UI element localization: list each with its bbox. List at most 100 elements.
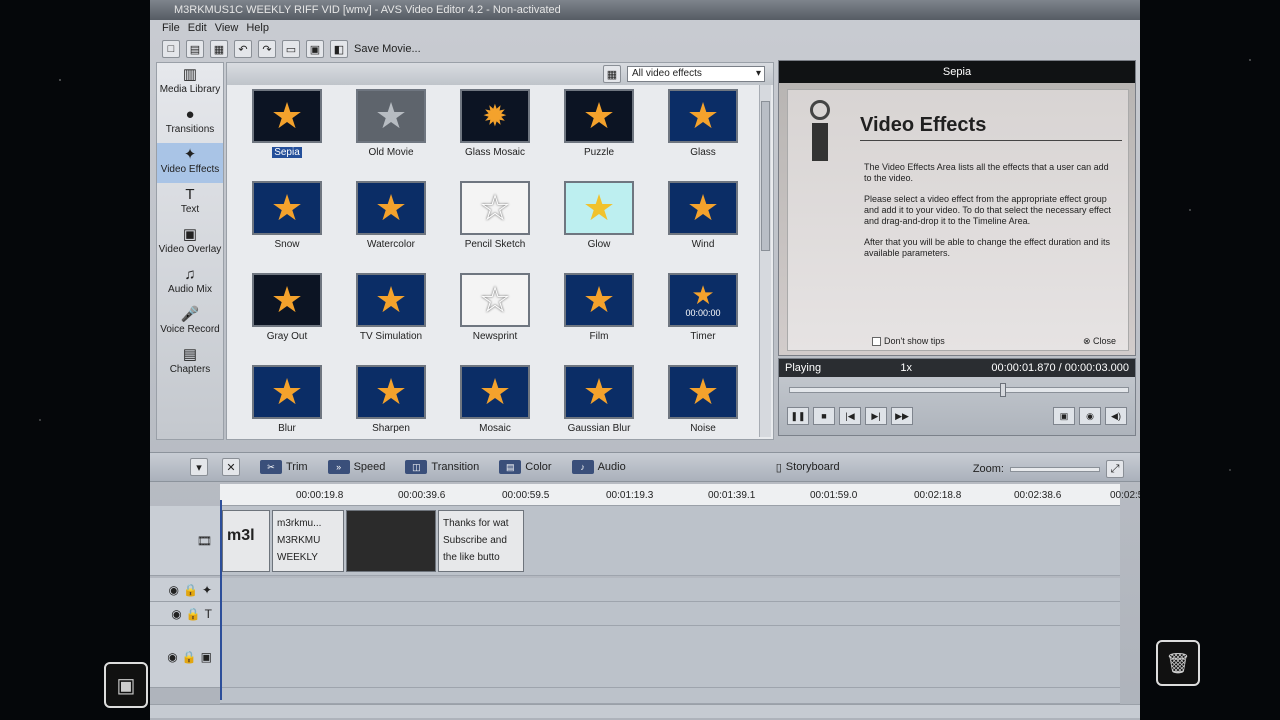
- undo-icon[interactable]: ↶: [234, 40, 252, 58]
- zoom-fit-icon[interactable]: ⤢: [1106, 460, 1124, 478]
- effect-gray-out[interactable]: ★ Gray Out: [235, 273, 339, 359]
- nav-text[interactable]: T Text: [157, 183, 223, 223]
- effect-timer[interactable]: ★ 00:00:00 Timer: [651, 273, 755, 359]
- effect-newsprint[interactable]: ☆ Newsprint: [443, 273, 547, 359]
- stop-icon[interactable]: ■: [813, 407, 835, 425]
- lock-icon[interactable]: 🔒: [183, 583, 198, 597]
- effect-watercolor[interactable]: ★ Watercolor: [339, 181, 443, 267]
- color-button[interactable]: ▤ Color: [499, 460, 552, 474]
- delete-icon[interactable]: ✕: [222, 458, 240, 476]
- overlay-track[interactable]: [220, 626, 1120, 688]
- effect-glass[interactable]: ★ Glass: [651, 89, 755, 175]
- split-icon[interactable]: ▾: [190, 458, 208, 476]
- volume-icon[interactable]: ◀): [1105, 407, 1127, 425]
- effect-film[interactable]: ★ Film: [547, 273, 651, 359]
- nav-voice-record[interactable]: 🎤 Voice Record: [157, 303, 223, 343]
- effect-noise[interactable]: ★ Noise: [651, 365, 755, 451]
- effect-sharpen[interactable]: ★ Sharpen: [339, 365, 443, 451]
- side-app-icon[interactable]: ▣: [104, 662, 148, 708]
- seek-knob[interactable]: [999, 383, 1006, 397]
- effect-blur[interactable]: ★ Blur: [235, 365, 339, 451]
- nav-transitions[interactable]: ● Transitions: [157, 103, 223, 143]
- text-track[interactable]: [220, 602, 1120, 626]
- effect-tv-simulation[interactable]: ★ TV Simulation: [339, 273, 443, 359]
- effect-pencil-sketch[interactable]: ☆ Pencil Sketch: [443, 181, 547, 267]
- audio-track[interactable]: [220, 688, 1120, 704]
- effect-snow[interactable]: ★ Snow: [235, 181, 339, 267]
- lock-icon[interactable]: 🔒: [182, 650, 197, 664]
- save-icon[interactable]: ▦: [210, 40, 228, 58]
- open-folder-icon[interactable]: ▤: [186, 40, 204, 58]
- ruler-tick: 00:01:39.1: [708, 490, 756, 501]
- trim-button[interactable]: ✂ Trim: [260, 460, 308, 474]
- menu-file[interactable]: File: [162, 22, 180, 34]
- next-frame-icon[interactable]: ▶|: [865, 407, 887, 425]
- nav-media-library[interactable]: ▥ Media Library: [157, 63, 223, 103]
- menu-edit[interactable]: Edit: [188, 22, 207, 34]
- storyboard-button[interactable]: ▯ Storyboard: [776, 461, 840, 474]
- redo-icon[interactable]: ↷: [258, 40, 276, 58]
- clip-text: m3rkmu...: [277, 518, 322, 529]
- tip-title: Video Effects: [860, 114, 987, 136]
- snapshot-icon[interactable]: ◉: [1079, 407, 1101, 425]
- effect-old-movie[interactable]: ★ Old Movie: [339, 89, 443, 175]
- star-icon: ☆: [460, 181, 530, 235]
- trash-icon[interactable]: 🗑: [1156, 640, 1200, 686]
- nav-video-overlay[interactable]: ▣ Video Overlay: [157, 223, 223, 263]
- effect-wind[interactable]: ★ Wind: [651, 181, 755, 267]
- timeline-playhead[interactable]: [220, 500, 222, 700]
- menu-help[interactable]: Help: [246, 22, 269, 34]
- effects-track[interactable]: [220, 578, 1120, 602]
- window-title: M3RKMUS1C WEEKLY RIFF VID [wmv] - AVS Vi…: [150, 0, 1140, 20]
- effect-glass-mosaic[interactable]: ✹ Glass Mosaic: [443, 89, 547, 175]
- fullscreen-preview-icon[interactable]: ▣: [1053, 407, 1075, 425]
- menu-view[interactable]: View: [215, 22, 239, 34]
- video-track[interactable]: m3l m3rkmu... M3RKMU WEEKLY Thanks for w…: [220, 506, 1120, 576]
- nav-video-effects[interactable]: ✦ Video Effects: [157, 143, 223, 183]
- monitor-icon[interactable]: ▭: [282, 40, 300, 58]
- scrollbar-thumb[interactable]: [761, 101, 770, 251]
- nav-chapters[interactable]: ▤ Chapters: [157, 343, 223, 383]
- video-clip[interactable]: Thanks for wat Subscribe and the like bu…: [438, 510, 524, 572]
- transition-button[interactable]: ◫ Transition: [405, 460, 479, 474]
- eye-icon[interactable]: ◉: [171, 607, 181, 621]
- effect-mosaic[interactable]: ★ Mosaic: [443, 365, 547, 451]
- effect-glow[interactable]: ★ Glow: [547, 181, 651, 267]
- eye-icon[interactable]: ◉: [167, 650, 177, 664]
- audio-button[interactable]: ♪ Audio: [571, 460, 626, 474]
- pause-icon[interactable]: ❚❚: [787, 407, 809, 425]
- effect-puzzle[interactable]: ★ Puzzle: [547, 89, 651, 175]
- video-clip[interactable]: m3l: [222, 510, 270, 572]
- tip-body: Video Effects The Video Effects Area lis…: [787, 89, 1129, 351]
- timeline-ruler[interactable]: 00:00:19.8 00:00:39.6 00:00:59.5 00:01:1…: [220, 484, 1140, 506]
- zoom-slider[interactable]: [1010, 466, 1100, 472]
- lock-icon[interactable]: 🔒: [186, 607, 201, 621]
- seek-slider[interactable]: [789, 383, 1129, 397]
- previous-frame-icon[interactable]: |◀: [839, 407, 861, 425]
- fullscreen-icon[interactable]: ▣: [306, 40, 324, 58]
- video-clip[interactable]: [346, 510, 436, 572]
- timeline-horizontal-scrollbar[interactable]: [150, 704, 1140, 718]
- effect-gaussian-blur[interactable]: ★ Gaussian Blur: [547, 365, 651, 451]
- new-project-icon[interactable]: □: [162, 40, 180, 58]
- effect-sepia[interactable]: ★ Sepia: [235, 89, 339, 175]
- play-selection-icon[interactable]: ▶▶: [891, 407, 913, 425]
- playback-speed[interactable]: 1x: [900, 362, 912, 374]
- view-mode-icon[interactable]: ▦: [603, 65, 621, 83]
- player-extra-controls: ▣ ◉ ◀): [1053, 407, 1127, 425]
- save-movie-button[interactable]: Save Movie...: [354, 43, 421, 55]
- video-clip[interactable]: m3rkmu... M3RKMU WEEKLY: [272, 510, 344, 572]
- eye-icon[interactable]: ◉: [169, 583, 179, 597]
- effects-header: ▦ All video effects: [227, 63, 773, 85]
- star-icon: ★: [668, 89, 738, 143]
- effects-track-header: ◉ 🔒 ✦: [150, 578, 220, 602]
- effects-filter-dropdown[interactable]: All video effects: [627, 66, 765, 82]
- close-tip-button[interactable]: ⊗ Close: [1083, 336, 1116, 347]
- nav-audio-mix[interactable]: ♫ Audio Mix: [157, 263, 223, 303]
- tip-paragraph: The Video Effects Area lists all the eff…: [864, 162, 1109, 183]
- save-movie-icon[interactable]: ◧: [330, 40, 348, 58]
- speed-button[interactable]: » Speed: [327, 460, 385, 474]
- effects-scrollbar[interactable]: [759, 85, 771, 437]
- dont-show-tips-checkbox[interactable]: Don't show tips: [872, 336, 945, 346]
- star-icon: ★: [252, 181, 322, 235]
